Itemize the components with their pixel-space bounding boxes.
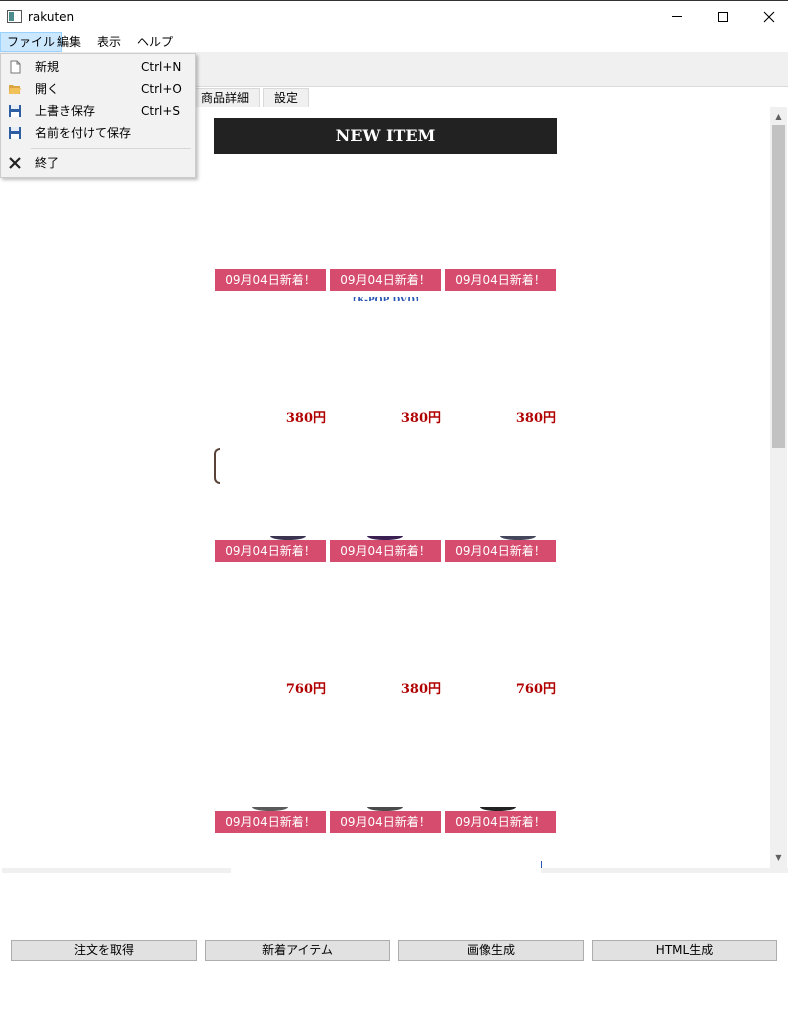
menu-item-shortcut: Ctrl+N (141, 60, 182, 74)
new-arrival-badge: 09月04日新着！ (215, 811, 326, 833)
menu-item-label: 上書き保存 (35, 104, 96, 118)
product-image-edge (214, 448, 220, 484)
menu-item-shortcut: Ctrl+S (141, 104, 181, 118)
vertical-scrollbar[interactable]: ▲ ▼ (770, 107, 787, 868)
menu-item-shortcut: Ctrl+O (141, 82, 182, 96)
price-label: 760円 (285, 682, 326, 697)
exit-icon (9, 157, 21, 169)
menu-item-open[interactable]: 開く Ctrl+O (1, 78, 195, 100)
tab-settings[interactable]: 設定 (263, 88, 310, 107)
new-file-icon (10, 60, 21, 74)
tab-product-details[interactable]: 商品詳細 (190, 88, 261, 107)
open-folder-icon (9, 85, 21, 94)
close-icon (763, 11, 775, 22)
new-arrival-badge: 09月04日新着！ (215, 269, 326, 291)
file-menu-dropdown: 新規 Ctrl+N 開く Ctrl+O 上書き保存 Ctrl+S 名前を付けて保… (0, 53, 196, 178)
menu-item-label: 終了 (35, 156, 60, 170)
price-label: 380円 (400, 411, 441, 426)
save-as-icon (9, 127, 21, 139)
menu-item-save-as[interactable]: 名前を付けて保存 (1, 122, 195, 144)
new-item-banner: NEW ITEM (214, 118, 557, 154)
text-cursor (541, 861, 542, 868)
price-label: 380円 (285, 411, 326, 426)
maximize-button[interactable] (700, 1, 746, 32)
menu-item-new[interactable]: 新規 Ctrl+N (1, 56, 195, 78)
new-arrival-badge: 09月04日新着！ (445, 540, 556, 562)
price-label: 760円 (515, 682, 556, 697)
app-icon (7, 10, 22, 23)
scroll-thumb[interactable] (772, 125, 785, 448)
menu-help[interactable]: ヘルプ (131, 32, 179, 52)
title-bar: rakuten (0, 0, 788, 32)
new-arrival-badge: 09月04日新着！ (445, 811, 556, 833)
new-arrival-badge: 09月04日新着！ (330, 540, 441, 562)
menu-item-label: 新規 (35, 60, 60, 74)
new-items-button[interactable]: 新着アイテム (205, 940, 390, 961)
fetch-orders-button[interactable]: 注文を取得 (11, 940, 197, 961)
minimize-button[interactable] (654, 1, 700, 32)
new-arrival-badge: 09月04日新着！ (330, 269, 441, 291)
save-icon (9, 105, 21, 117)
menu-bar: ファイル 編集 表示 ヘルプ (0, 32, 788, 52)
menu-item-exit[interactable]: 終了 (1, 152, 195, 174)
minimize-icon (672, 16, 682, 17)
horizontal-divider-gap (231, 868, 541, 873)
new-arrival-badge: 09月04日新着！ (330, 811, 441, 833)
menu-item-label: 開く (35, 82, 60, 96)
product-title-text[interactable]: 【K-POP DVD】 (348, 297, 423, 301)
generate-html-button[interactable]: HTML生成 (592, 940, 777, 961)
scroll-up-icon[interactable]: ▲ (770, 109, 787, 125)
menu-edit[interactable]: 編集 (51, 32, 87, 52)
price-label: 380円 (515, 411, 556, 426)
window-title: rakuten (28, 10, 75, 24)
scroll-down-icon[interactable]: ▼ (770, 850, 787, 866)
menu-separator (31, 148, 191, 149)
menu-view[interactable]: 表示 (91, 32, 127, 52)
new-arrival-badge: 09月04日新着！ (445, 269, 556, 291)
maximize-icon (718, 11, 728, 22)
price-label: 380円 (400, 682, 441, 697)
menu-item-save[interactable]: 上書き保存 Ctrl+S (1, 100, 195, 122)
new-arrival-badge: 09月04日新着！ (215, 540, 326, 562)
menu-item-label: 名前を付けて保存 (35, 126, 132, 140)
html-preview-pane[interactable]: NEW ITEM 09月04日新着！ 09月04日新着！ 09月04日新着！ 【… (0, 107, 770, 868)
close-button[interactable] (746, 1, 788, 32)
generate-image-button[interactable]: 画像生成 (398, 940, 584, 961)
